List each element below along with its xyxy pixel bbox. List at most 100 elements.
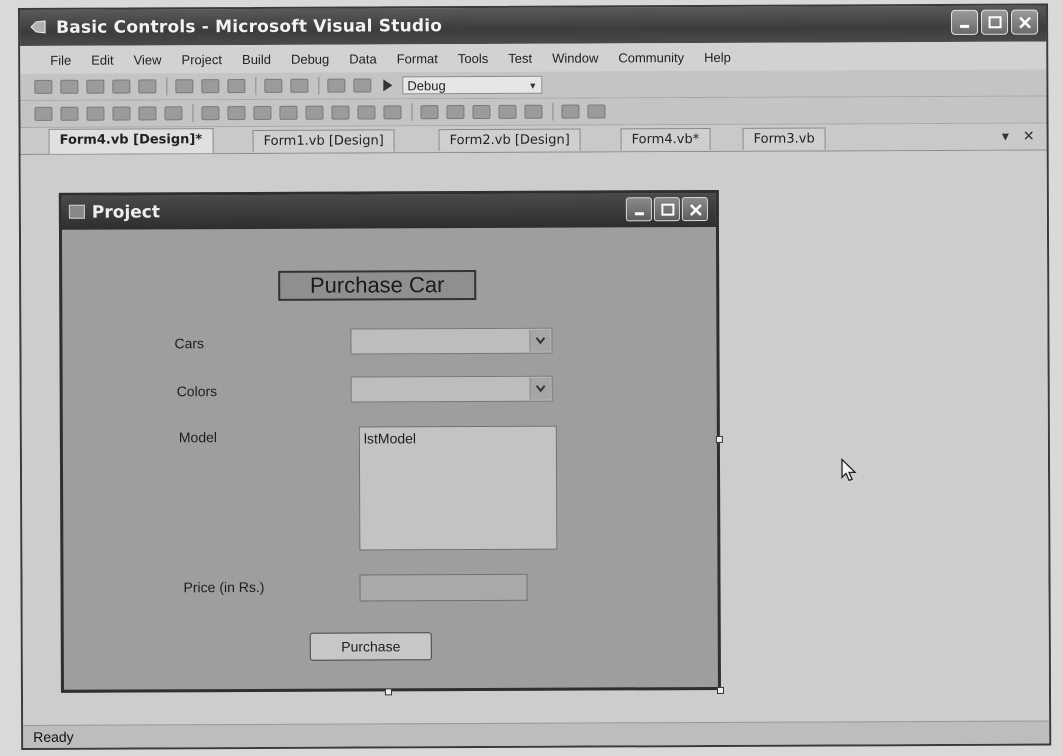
vertical-spacing-icon[interactable]	[420, 105, 439, 120]
menu-view[interactable]: View	[124, 52, 172, 67]
vs-window: Basic Controls - Microsoft Visual Studio…	[18, 3, 1052, 750]
form-close-button[interactable]	[681, 196, 708, 222]
chevron-down-icon	[535, 337, 546, 345]
menu-file[interactable]: File	[40, 52, 81, 67]
colors-label[interactable]: Colors	[177, 383, 218, 399]
window-title: Basic Controls - Microsoft Visual Studio	[56, 16, 443, 38]
resize-handle-right[interactable]	[715, 435, 723, 443]
align-tops-icon[interactable]	[112, 106, 131, 121]
size-to-grid-icon[interactable]	[279, 105, 298, 120]
bring-to-front-icon[interactable]	[498, 104, 517, 119]
center-vertically-icon[interactable]	[472, 104, 491, 120]
solution-icon[interactable]	[353, 78, 372, 93]
start-debug-icon[interactable]	[383, 79, 393, 92]
increase-spacing-icon[interactable]	[331, 105, 350, 120]
cars-combobox[interactable]	[350, 327, 553, 355]
minimize-icon	[634, 212, 644, 216]
undo-icon[interactable]	[264, 78, 283, 93]
align-centers-icon[interactable]	[60, 106, 79, 121]
solution-configuration-select[interactable]: Debug ▼	[402, 75, 543, 95]
status-text: Ready	[33, 728, 74, 745]
menu-data[interactable]: Data	[339, 51, 387, 66]
mouse-pointer-icon	[841, 457, 857, 482]
menu-tools[interactable]: Tools	[448, 50, 498, 65]
menu-project[interactable]: Project	[172, 52, 233, 67]
tab-form4-code[interactable]: Form4.vb*	[620, 127, 711, 151]
cut-icon[interactable]	[175, 79, 194, 94]
redo-icon[interactable]	[290, 78, 309, 93]
center-horizontally-icon[interactable]	[446, 105, 465, 120]
send-to-back-icon[interactable]	[524, 104, 543, 119]
save-icon[interactable]	[112, 79, 131, 94]
tab-form3-code[interactable]: Form3.vb	[742, 127, 826, 150]
configuration-value: Debug	[407, 78, 446, 94]
toolbar-separator	[255, 76, 257, 95]
save-all-icon[interactable]	[138, 79, 157, 94]
resize-handle-bottom[interactable]	[384, 688, 393, 696]
align-bottoms-icon[interactable]	[164, 106, 183, 121]
make-same-size-icon[interactable]	[253, 105, 272, 120]
menu-build[interactable]: Build	[232, 51, 281, 66]
price-textbox[interactable]	[359, 573, 528, 602]
align-middles-icon[interactable]	[138, 106, 157, 121]
chevron-down-icon	[535, 385, 546, 393]
tab-order-icon[interactable]	[587, 104, 606, 119]
form-icon	[68, 204, 85, 219]
paste-icon[interactable]	[227, 79, 246, 94]
minimize-button[interactable]	[951, 9, 979, 35]
colors-combobox[interactable]	[350, 375, 553, 403]
status-bar: Ready	[23, 720, 1050, 748]
menu-edit[interactable]: Edit	[81, 52, 123, 67]
make-same-width-icon[interactable]	[201, 106, 220, 121]
open-file-icon[interactable]	[86, 79, 105, 94]
menu-format[interactable]: Format	[387, 51, 448, 66]
project-form[interactable]: Project Purchase Car Cars Colors Model l…	[58, 189, 721, 693]
menu-community[interactable]: Community	[608, 50, 694, 65]
horizontal-spacing-icon[interactable]	[305, 105, 324, 120]
toolbar-separator	[166, 77, 168, 96]
model-label[interactable]: Model	[179, 429, 217, 445]
purchase-car-heading[interactable]: Purchase Car	[278, 270, 477, 301]
minimize-icon	[960, 24, 970, 28]
tab-form2-design[interactable]: Form2.vb [Design]	[438, 128, 581, 152]
add-item-icon[interactable]	[60, 79, 79, 94]
colors-dropdown-button[interactable]	[529, 377, 551, 400]
resize-handle-corner[interactable]	[716, 686, 724, 694]
close-icon	[689, 204, 702, 216]
tab-form4-design[interactable]: Form4.vb [Design]*	[48, 128, 214, 154]
align-lefts-icon[interactable]	[34, 106, 53, 121]
menu-debug[interactable]: Debug	[281, 51, 339, 66]
close-icon	[1019, 16, 1031, 29]
remove-spacing-icon[interactable]	[383, 105, 402, 120]
visual-studio-icon	[30, 20, 46, 34]
cars-label[interactable]: Cars	[174, 335, 204, 351]
make-same-height-icon[interactable]	[227, 106, 246, 121]
lock-controls-icon[interactable]	[561, 104, 580, 119]
model-listbox[interactable]: lstModel	[358, 425, 558, 551]
listbox-name: lstModel	[363, 430, 417, 447]
form-minimize-button[interactable]	[625, 197, 652, 222]
price-label[interactable]: Price (in Rs.)	[183, 579, 264, 595]
purchase-button[interactable]: Purchase	[309, 632, 432, 661]
toolbar-separator	[318, 76, 320, 95]
menu-help[interactable]: Help	[694, 49, 741, 64]
align-rights-icon[interactable]	[86, 106, 105, 121]
new-project-icon[interactable]	[34, 79, 53, 94]
title-bar: Basic Controls - Microsoft Visual Studio	[20, 5, 1047, 46]
close-button[interactable]	[1011, 9, 1039, 35]
menu-bar: File Edit View Project Build Debug Data …	[20, 41, 1047, 74]
close-document-icon[interactable]: ✕	[1023, 128, 1035, 144]
maximize-button[interactable]	[981, 9, 1009, 35]
decrease-spacing-icon[interactable]	[357, 105, 376, 120]
toolbar-separator	[411, 103, 413, 122]
window-position-icon[interactable]: ▾	[1002, 128, 1009, 144]
menu-window[interactable]: Window	[542, 50, 608, 65]
tab-form1-design[interactable]: Form1.vb [Design]	[252, 129, 395, 152]
cars-dropdown-button[interactable]	[529, 329, 551, 352]
menu-test[interactable]: Test	[498, 50, 542, 65]
toolbar-separator	[192, 104, 194, 123]
form-maximize-button[interactable]	[653, 197, 680, 222]
navigate-icon[interactable]	[327, 78, 346, 93]
form-title: Project	[91, 202, 161, 223]
copy-icon[interactable]	[201, 79, 220, 94]
